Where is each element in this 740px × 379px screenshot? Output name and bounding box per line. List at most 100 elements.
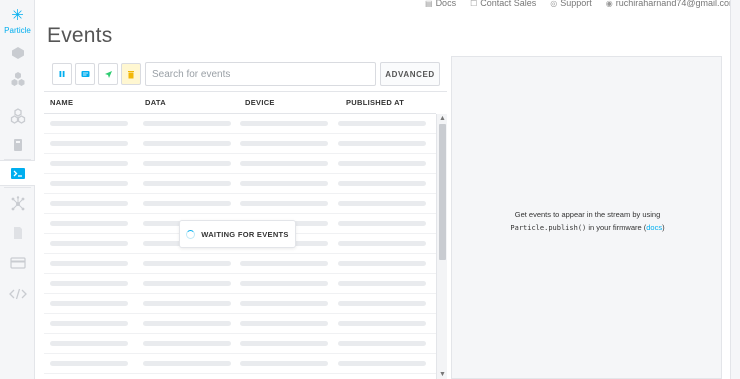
empty-state-line-1: Get events to appear in the stream by us… [514,210,661,219]
docs-label: Docs [435,0,457,8]
placeholder-bar [338,321,426,326]
sidebar-item-mesh[interactable] [0,191,35,217]
event-detail-panel: Get events to appear in the stream by us… [451,56,722,379]
placeholder-bar [338,121,426,126]
docs-link[interactable]: ▤ Docs [425,0,456,9]
placeholder-bar [143,341,231,346]
integrations-icon [10,108,25,124]
placeholder-bar [50,341,128,346]
placeholder-bar [338,341,426,346]
placeholder-bar [50,321,128,326]
placeholder-bar [240,201,328,206]
sidebar-item-devices[interactable] [0,40,35,66]
placeholder-bar [338,281,426,286]
empty-state-text: in your firmware ( [586,223,647,232]
message-icon [81,71,89,77]
page-title: Events [47,24,113,47]
sim-icon [13,227,22,239]
placeholder-bar [240,141,328,146]
user-email: ruchiraharnand74@gmail.com [615,0,735,8]
placeholder-bar [240,161,328,166]
placeholder-bar [240,261,328,266]
placeholder-bar [143,361,231,366]
sidebar-item-code[interactable] [0,281,35,307]
placeholder-bar [240,281,328,286]
pause-icon [59,71,65,77]
waiting-indicator: WAITING FOR EVENTS [179,220,296,248]
mesh-network-icon [11,196,24,211]
table-row [44,154,436,174]
top-links: ▤ Docs ☐ Contact Sales ◎ Support ◉ ruchiraha… [425,0,735,9]
docs-icon: ▤ [425,0,433,8]
sidebar-item-billing[interactable] [0,250,35,276]
clear-button[interactable] [121,63,141,85]
table-row [44,134,436,154]
placeholder-bar [143,261,231,266]
particle-logo[interactable]: ✳ Particle [0,8,35,40]
message-button[interactable] [75,63,95,85]
table-row [44,254,436,274]
empty-state-message: Get events to appear in the stream by us… [452,208,723,235]
event-search-input[interactable] [145,62,376,86]
waiting-text: WAITING FOR EVENTS [201,229,289,239]
empty-state-line-2: Particle.publish() in your firmware (doc… [452,221,723,235]
products-icon [11,72,24,86]
table-row [44,294,436,314]
window-scrollbar[interactable] [730,0,740,379]
placeholder-bar [143,181,231,186]
sidebar-item-products[interactable] [0,66,35,92]
sidebar-item-sim[interactable] [0,220,35,246]
table-row [44,334,436,354]
placeholder-bar [143,161,231,166]
placeholder-bar [240,301,328,306]
placeholder-bar [143,301,231,306]
placeholder-bar [50,181,128,186]
column-data[interactable]: DATA [145,98,166,107]
placeholder-bar [338,261,426,266]
empty-state-close-paren: ) [662,223,665,232]
table-row [44,274,436,294]
placeholder-bar [338,361,426,366]
docs-link-inline[interactable]: docs [646,223,662,232]
placeholder-bar [50,361,128,366]
table-row [44,314,436,334]
spinner-icon [186,229,196,239]
table-scrollbar[interactable]: ▲ ▼ [436,114,447,379]
advanced-button[interactable]: ADVANCED [380,62,440,86]
column-device[interactable]: DEVICE [245,98,275,107]
events-console: ▤ Docs ☐ Contact Sales ◎ Support ◉ ruchiraha… [0,0,740,379]
placeholder-bar [50,121,128,126]
user-menu[interactable]: ◉ruchiraharnand74@gmail.com▾ [606,0,735,9]
sidebar-item-sim-cards[interactable] [0,132,35,158]
scroll-up-arrow-icon[interactable]: ▲ [438,115,447,123]
placeholder-bar [50,281,128,286]
column-name[interactable]: NAME [50,98,73,107]
column-published-at[interactable]: PUBLISHED AT [346,98,404,107]
pause-button[interactable] [52,63,72,85]
support-link[interactable]: ◎ Support [550,0,592,9]
placeholder-bar [50,221,128,226]
placeholder-bar [240,181,328,186]
sidebar-item-console[interactable] [0,160,35,186]
contact-sales-link[interactable]: ☐ Contact Sales [470,0,536,9]
event-toolbar [52,62,144,86]
placeholder-bar [240,341,328,346]
table-row [44,174,436,194]
placeholder-bar [50,301,128,306]
clear-icon [128,70,134,78]
placeholder-bar [50,161,128,166]
scrollbar-thumb[interactable] [439,124,446,260]
publish-button[interactable] [98,63,118,85]
placeholder-bar [338,141,426,146]
placeholder-bar [240,321,328,326]
sim-cards-icon [13,139,22,151]
table-header: NAME DATA DEVICE PUBLISHED AT [44,92,436,114]
scroll-down-arrow-icon[interactable]: ▼ [438,371,447,379]
placeholder-bar [338,181,426,186]
placeholder-bar [50,141,128,146]
billing-card-icon [9,257,26,269]
placeholder-bar [50,261,128,266]
sidebar-item-integrations[interactable] [0,103,35,129]
placeholder-bar [240,361,328,366]
sidebar-divider [4,187,31,188]
